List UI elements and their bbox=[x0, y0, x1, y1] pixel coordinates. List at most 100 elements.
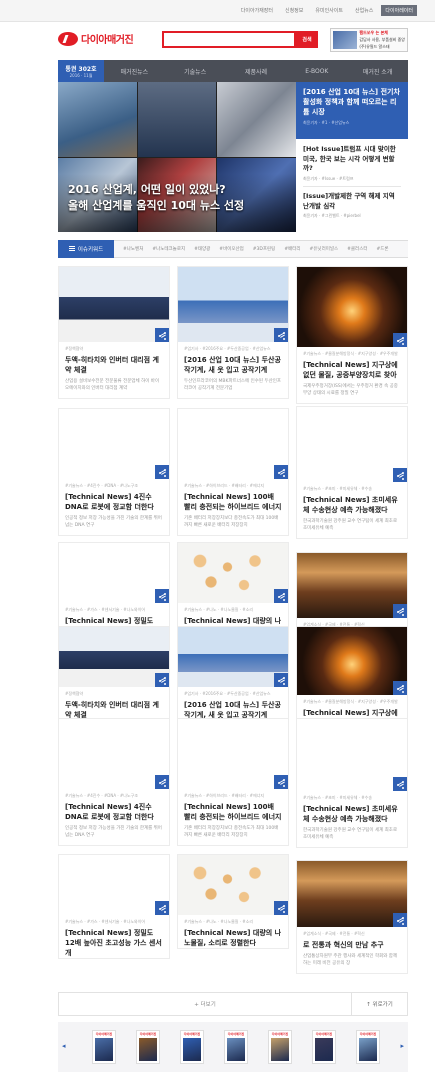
keyword-tag[interactable]: #배터리 bbox=[284, 246, 300, 252]
share-icon[interactable] bbox=[393, 333, 407, 347]
keyword-tag[interactable]: #바이오산업 bbox=[219, 246, 243, 252]
share-icon[interactable] bbox=[274, 673, 288, 687]
article-thumbnail[interactable] bbox=[297, 553, 407, 618]
top-link-2[interactable]: 유미인사이트 bbox=[311, 5, 347, 16]
hero-side-article[interactable]: [Issue]개발제한 구역 해제 지역 난개발 심각 최윤기자 · #그린벨트… bbox=[296, 192, 408, 219]
article-card[interactable]: #기술뉴스 · #나노 · #나노물질 · #소리 [Technical News… bbox=[177, 854, 289, 949]
article-card[interactable]: #업기사 · #2016주요 · #두산중공업 · #산업뉴스 [2016 산업 … bbox=[177, 266, 289, 399]
article-thumbnail[interactable] bbox=[297, 407, 407, 482]
article-thumbnail[interactable] bbox=[178, 409, 288, 479]
article-card[interactable]: #정책협약두액-히타치와 인버터 대리점 계약 체결산업용 설비보수전문 전문물… bbox=[58, 266, 170, 399]
search-input[interactable] bbox=[164, 40, 294, 54]
share-icon[interactable] bbox=[155, 589, 169, 603]
share-icon[interactable] bbox=[274, 775, 288, 789]
article-thumbnail[interactable] bbox=[297, 719, 407, 791]
nav-item-about[interactable]: 매거진 소개 bbox=[347, 60, 408, 82]
article-title[interactable]: [2016 산업 10대 뉴스] 두산공작기계, 새 옷 입고 공작기계 bbox=[178, 352, 288, 375]
share-icon[interactable] bbox=[274, 465, 288, 479]
share-icon[interactable] bbox=[155, 901, 169, 915]
article-card[interactable]: #업계소식 · #국제 · #전통 · #혁신로 전통과 혁신의 만남 추구산업… bbox=[296, 860, 408, 974]
article-thumbnail[interactable] bbox=[297, 267, 407, 347]
share-icon[interactable] bbox=[155, 775, 169, 789]
article-title[interactable]: [Technical News] 초미세유체 수송현상 예측 가능해졌다 bbox=[297, 492, 407, 515]
nav-item-tech-news[interactable]: 기술뉴스 bbox=[165, 60, 226, 82]
article-thumbnail[interactable] bbox=[178, 855, 288, 915]
article-title[interactable]: 로 전통과 혁신의 만남 추구 bbox=[297, 937, 407, 950]
share-icon[interactable] bbox=[155, 673, 169, 687]
article-card[interactable]: #기술뉴스 · #물질분해방정식 · #지구양성 · #우주개발 [Technic… bbox=[296, 266, 408, 404]
search-button[interactable]: 검색 bbox=[296, 31, 318, 48]
magazine-cover[interactable]: 다이아매거진 bbox=[136, 1030, 160, 1064]
magazine-cover[interactable]: 다이아매거진 bbox=[268, 1030, 292, 1064]
top-link-0[interactable]: 다이아가재장터 bbox=[237, 5, 277, 16]
magazine-cover[interactable]: 다이아매거진 bbox=[356, 1030, 380, 1064]
nav-item-ebook[interactable]: E-BOOK bbox=[286, 60, 347, 82]
top-link-3[interactable]: 산업뉴스 bbox=[351, 5, 377, 16]
article-title[interactable]: [Technical News] 4진수 DNA로 로봇에 정교함 더한다 bbox=[59, 489, 169, 512]
article-card[interactable]: #기술뉴스 · #4진수 · #DNA · #나노구조 [Technical Ne… bbox=[58, 408, 170, 536]
share-icon[interactable] bbox=[155, 465, 169, 479]
article-title[interactable]: [Technical News] 초미세유체 수송현상 예측 가능해졌다 bbox=[297, 801, 407, 824]
article-thumbnail[interactable] bbox=[297, 861, 407, 927]
article-thumbnail[interactable] bbox=[59, 543, 169, 603]
chevron-left-icon[interactable]: ◂ bbox=[62, 1042, 66, 1050]
article-thumbnail[interactable] bbox=[178, 267, 288, 342]
current-issue-badge[interactable]: 통권 302호 2016 · 11월 bbox=[58, 60, 104, 82]
article-card[interactable]: #기술뉴스 · #초미 · #미세유체 · #수송 [Technical News… bbox=[296, 718, 408, 848]
article-card[interactable]: #기술뉴스 · #초미 · #미세유체 · #수송 [Technical News… bbox=[296, 406, 408, 539]
magazine-cover[interactable]: 다이아매거진 bbox=[180, 1030, 204, 1064]
share-icon[interactable] bbox=[393, 913, 407, 927]
article-title[interactable]: [Technical News] 정밀도 12배 높아진 초고성능 가스 센서 … bbox=[59, 925, 169, 958]
keyword-tag[interactable]: #클러스터 bbox=[347, 246, 367, 252]
load-more-button[interactable]: + 더보기 bbox=[59, 993, 351, 1015]
article-thumbnail[interactable] bbox=[178, 627, 288, 687]
keyword-tag[interactable]: #태양광 bbox=[194, 246, 210, 252]
article-title[interactable]: [Technical News] 100배 빨리 충전되는 하이브리드 에너지 bbox=[178, 489, 288, 512]
article-thumbnail[interactable] bbox=[59, 409, 169, 479]
article-thumbnail[interactable] bbox=[178, 543, 288, 603]
article-thumbnail[interactable] bbox=[59, 855, 169, 915]
article-card[interactable]: #기술뉴스 · #가스 · #센서기술 · #나노와이어 [Technical N… bbox=[58, 854, 170, 959]
hero-side-article[interactable]: [Hot Issue]트럼프 시대 맞이한 미국, 한국 보는 시각 어떻게 변… bbox=[296, 145, 408, 182]
article-title[interactable]: [Technical News] 지구상에 없던 물질, 공중부양장치로 찾아 bbox=[297, 357, 407, 380]
article-thumbnail[interactable] bbox=[59, 267, 169, 342]
magazine-cover[interactable]: 다이아매거진 bbox=[224, 1030, 248, 1064]
nav-item-product-cases[interactable]: 제품사례 bbox=[226, 60, 287, 82]
article-title[interactable]: 두액-히타치와 인버터 대리점 계약 체결 bbox=[59, 697, 169, 720]
article-thumbnail[interactable] bbox=[178, 719, 288, 789]
share-icon[interactable] bbox=[393, 604, 407, 618]
keyword-tag[interactable]: #드론 bbox=[376, 246, 388, 252]
back-to-top-button[interactable]: ↑ 위로가기 bbox=[351, 993, 407, 1015]
share-icon[interactable] bbox=[274, 589, 288, 603]
article-thumbnail[interactable] bbox=[59, 627, 169, 687]
site-logo[interactable]: 다이아매거진 bbox=[58, 31, 134, 46]
nav-item-magazine-news[interactable]: 매거진뉴스 bbox=[104, 60, 165, 82]
top-link-4[interactable]: 다이아레이터 bbox=[381, 5, 417, 16]
article-title[interactable]: [Technical News] 4진수 DNA로 로봇에 정교함 더한다 bbox=[59, 799, 169, 822]
keyword-tag[interactable]: #3D프린팅 bbox=[253, 246, 276, 252]
magazine-cover[interactable]: 다이아매거진 bbox=[312, 1030, 336, 1064]
article-title[interactable]: [Technical News] 대량의 나노물질, 소리로 정렬한다 bbox=[178, 925, 288, 948]
share-icon[interactable] bbox=[393, 681, 407, 695]
article-title[interactable]: 두액-히타치와 인버터 대리점 계약 체결 bbox=[59, 352, 169, 375]
header-ad-banner[interactable]: 팸드쏘우 는 본체 갑담사 사용, 부품설비 중앙 (주)유필드 알스태 bbox=[330, 28, 408, 52]
article-card[interactable]: #기술뉴스 · #4진수 · #DNA · #나노구조 [Technical Ne… bbox=[58, 718, 170, 846]
keyword-tag[interactable]: #유닛러미널스 bbox=[310, 246, 339, 252]
article-card[interactable]: #기술뉴스 · #하이브리드 · #배터리 · #에너지 [Technical N… bbox=[177, 718, 289, 846]
share-icon[interactable] bbox=[393, 777, 407, 791]
magazine-cover[interactable]: 다이아매거진 bbox=[92, 1030, 116, 1064]
share-icon[interactable] bbox=[393, 468, 407, 482]
article-card[interactable]: #기술뉴스 · #나노 · #나노물질 · #소리 [Technical News… bbox=[177, 542, 289, 637]
article-title[interactable]: [Technical News] 100배 빨리 충전되는 하이브리드 에너지 bbox=[178, 799, 288, 822]
top-link-1[interactable]: 신청정보 bbox=[281, 5, 307, 16]
share-icon[interactable] bbox=[274, 328, 288, 342]
chevron-right-icon[interactable]: ▸ bbox=[400, 1042, 404, 1050]
keyword-tag[interactable]: #나노테크놀로지 bbox=[152, 246, 185, 252]
share-icon[interactable] bbox=[274, 901, 288, 915]
article-title[interactable]: [2016 산업 10대 뉴스] 두산공작기계, 새 옷 입고 공작기계 bbox=[178, 697, 288, 720]
article-thumbnail[interactable] bbox=[59, 719, 169, 789]
issue-keyword-button[interactable]: 이슈키워드 bbox=[58, 239, 114, 258]
article-card[interactable]: #기술뉴스 · #하이브리드 · #배터리 · #에너지 [Technical N… bbox=[177, 408, 289, 536]
share-icon[interactable] bbox=[155, 328, 169, 342]
article-thumbnail[interactable] bbox=[297, 627, 407, 695]
